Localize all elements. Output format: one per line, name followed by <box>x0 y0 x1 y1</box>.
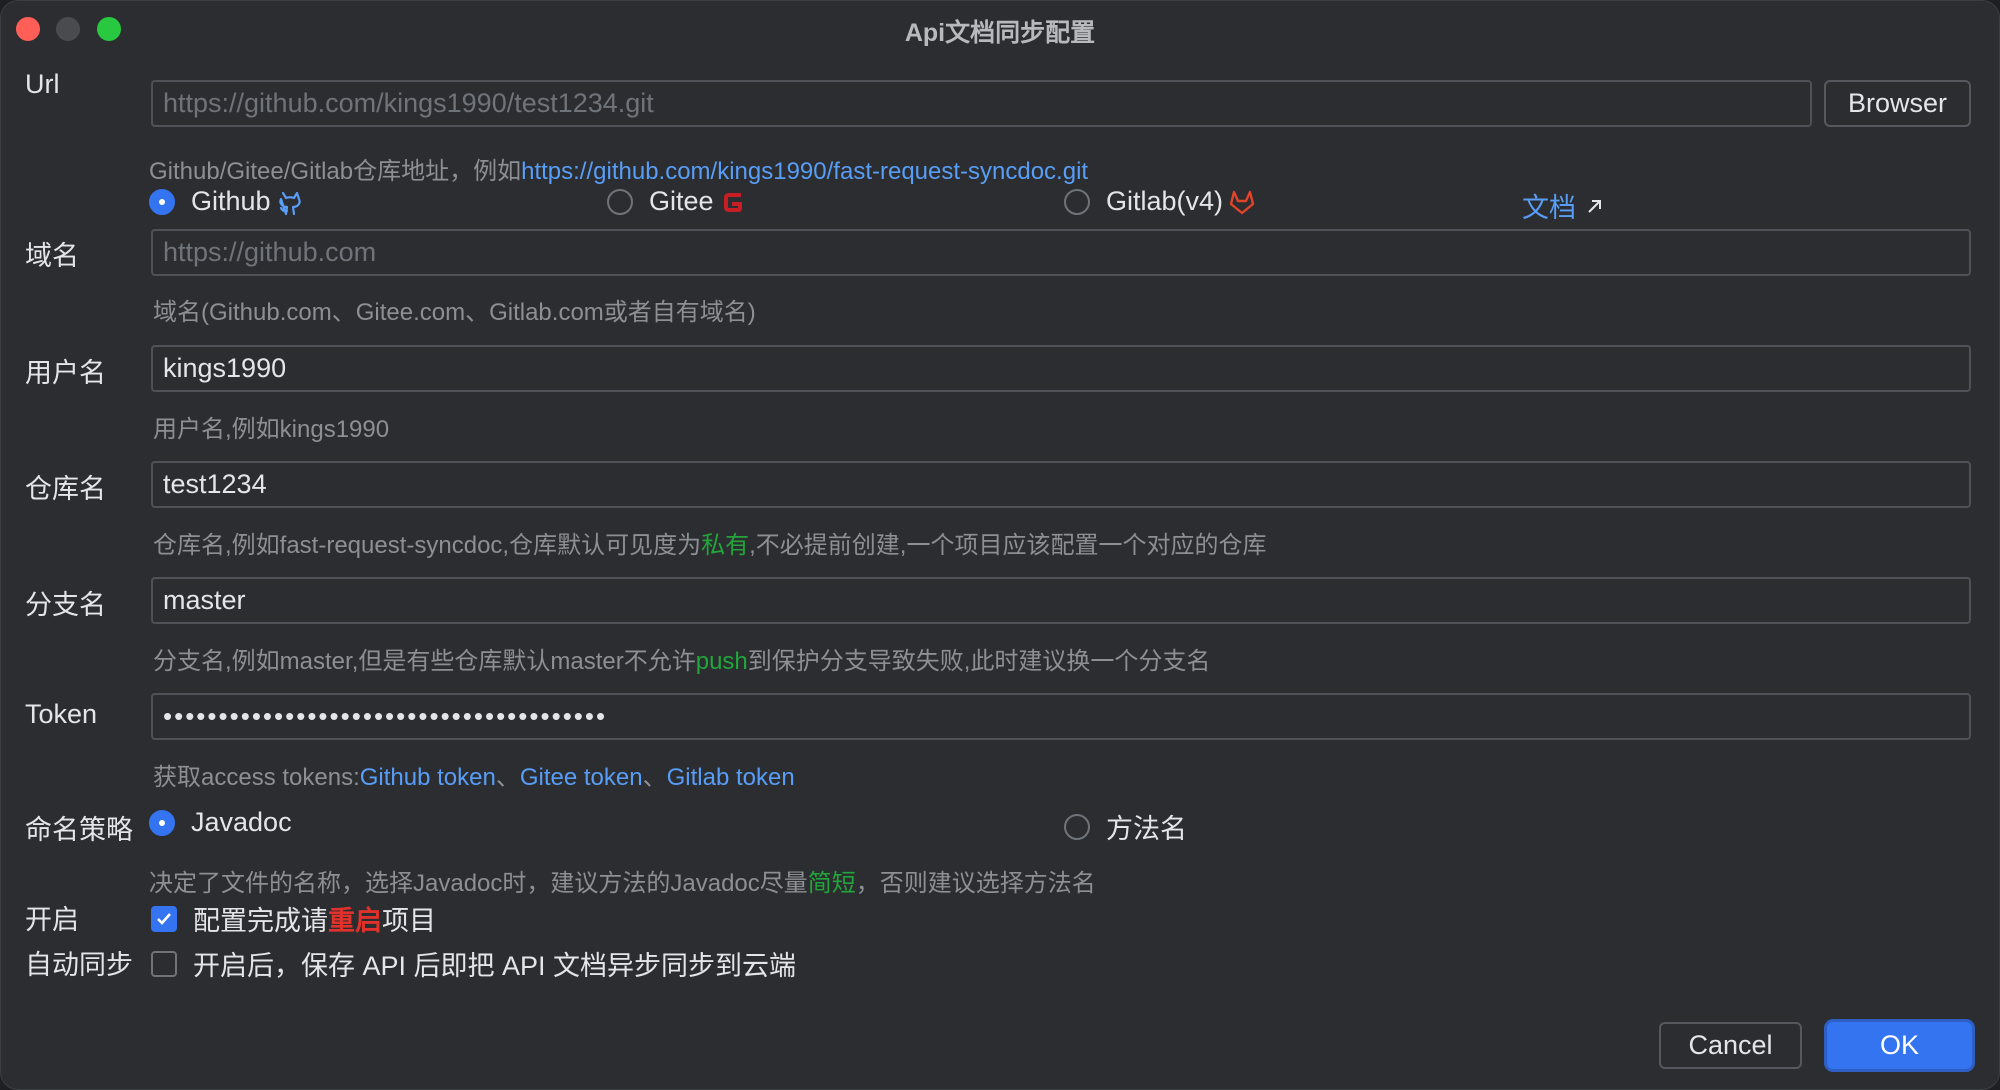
provider-github-label: Github <box>191 186 271 216</box>
username-label: 用户名 <box>25 358 106 388</box>
url-input[interactable]: https://github.com/kings1990/test1234.gi… <box>151 80 1812 127</box>
provider-github-radio[interactable]: Github <box>149 186 305 217</box>
provider-gitee-radio[interactable]: Gitee <box>607 186 748 217</box>
dialog-title: Api文档同步配置 <box>904 19 1096 47</box>
radio-unselected-indicator <box>1064 188 1090 215</box>
provider-gitee-label: Gitee <box>649 186 714 216</box>
repo-input[interactable]: test1234 <box>151 461 1971 508</box>
naming-hint-highlight: 简短 <box>807 870 856 897</box>
repo-hint-text: 仓库名,例如fast-request-syncdoc,仓库默认可见度为 <box>153 532 702 559</box>
cancel-button[interactable]: Cancel <box>1659 1022 1802 1069</box>
url-label: Url <box>25 69 60 99</box>
dialog-window: Api文档同步配置 Url https://github.com/kings19… <box>0 0 2000 1090</box>
restart-text-end: 项目 <box>382 906 436 936</box>
naming-label: 命名策略 <box>25 815 133 845</box>
token-input[interactable]: •••••••••••••••••••••••••••••••••••••••• <box>151 693 1971 740</box>
repo-label: 仓库名 <box>25 474 106 504</box>
restart-text: 配置完成请 <box>193 906 328 936</box>
autosync-label: 自动同步 <box>25 950 133 980</box>
repo-hint-highlight: 私有 <box>701 532 750 559</box>
token-label: Token <box>25 699 98 729</box>
gitlab-token-link[interactable]: Gitlab token <box>667 764 795 791</box>
checkbox-unchecked-indicator <box>151 950 177 977</box>
provider-gitlab-radio[interactable]: Gitlab(v4) <box>1064 186 1257 217</box>
title-bar: Api文档同步配置 <box>1 1 1999 55</box>
token-hint: 获取access tokens:Github token、Gitee token… <box>153 757 795 792</box>
branch-hint: 分支名,例如master,但是有些仓库默认master不允许push到保护分支导… <box>153 641 1210 676</box>
username-hint: 用户名,例如kings1990 <box>153 416 390 443</box>
naming-method-label: 方法名 <box>1106 814 1187 844</box>
restart-highlight: 重启 <box>328 906 382 936</box>
naming-hint-text-end: ，否则建议选择方法名 <box>855 870 1096 897</box>
url-hint-text: Github/Gitee/Gitlab仓库地址，例如 <box>149 158 522 185</box>
autosync-checkbox[interactable]: 开启后，保存 API 后即把 API 文档异步同步到云端 <box>151 944 796 983</box>
docs-link-label: 文档 <box>1522 193 1576 223</box>
radio-unselected-indicator <box>1064 813 1090 840</box>
gitee-icon <box>723 192 742 212</box>
token-link-separator: 、 <box>642 764 667 791</box>
token-link-separator: 、 <box>495 764 520 791</box>
branch-input[interactable]: master <box>151 577 1971 624</box>
gitlab-icon <box>1229 190 1255 214</box>
browser-button[interactable]: Browser <box>1824 80 1971 127</box>
naming-hint-text: 决定了文件的名称，选择Javadoc时，建议方法的Javadoc尽量 <box>149 870 808 897</box>
branch-hint-text-end: 到保护分支导致失败,此时建议换一个分支名 <box>747 648 1211 675</box>
branch-hint-highlight: push <box>695 648 748 675</box>
checkmark-icon <box>157 912 171 925</box>
github-icon <box>278 191 301 215</box>
naming-javadoc-label: Javadoc <box>191 807 292 837</box>
provider-gitlab-label: Gitlab(v4) <box>1106 186 1224 216</box>
gitee-token-link[interactable]: Gitee token <box>520 764 643 791</box>
naming-javadoc-radio[interactable]: Javadoc <box>149 807 292 838</box>
branch-label: 分支名 <box>25 590 106 620</box>
checkbox-checked-indicator <box>151 905 177 932</box>
autosync-text: 开启后，保存 API 后即把 API 文档异步同步到云端 <box>193 951 797 981</box>
domain-hint: 域名(Github.com、Gitee.com、Gitlab.com或者自有域名… <box>153 299 756 326</box>
domain-label: 域名 <box>25 241 79 271</box>
radio-selected-indicator <box>149 809 175 836</box>
external-link-icon <box>1588 199 1601 213</box>
username-input[interactable]: kings1990 <box>151 345 1971 392</box>
url-hint: Github/Gitee/Gitlab仓库地址，例如https://github… <box>149 151 1088 186</box>
naming-hint: 决定了文件的名称，选择Javadoc时，建议方法的Javadoc尽量简短，否则建… <box>149 863 1096 898</box>
radio-unselected-indicator <box>607 188 633 215</box>
domain-input[interactable]: https://github.com <box>151 229 1971 276</box>
branch-hint-text: 分支名,例如master,但是有些仓库默认master不允许 <box>153 648 696 675</box>
radio-selected-indicator <box>149 188 175 215</box>
token-hint-text: 获取access tokens: <box>153 764 360 791</box>
docs-link[interactable]: 文档 <box>1522 186 1606 225</box>
repo-hint: 仓库名,例如fast-request-syncdoc,仓库默认可见度为私有,不必… <box>153 525 1266 560</box>
enable-label: 开启 <box>25 905 79 935</box>
github-token-link[interactable]: Github token <box>360 764 496 791</box>
restart-checkbox[interactable]: 配置完成请 重启 项目 <box>151 899 436 938</box>
repo-hint-text-end: ,不必提前创建,一个项目应该配置一个对应的仓库 <box>749 532 1267 559</box>
url-example-link[interactable]: https://github.com/kings1990/fast-reques… <box>521 158 1088 185</box>
ok-button[interactable]: OK <box>1827 1022 1972 1069</box>
naming-method-radio[interactable]: 方法名 <box>1064 807 1187 846</box>
